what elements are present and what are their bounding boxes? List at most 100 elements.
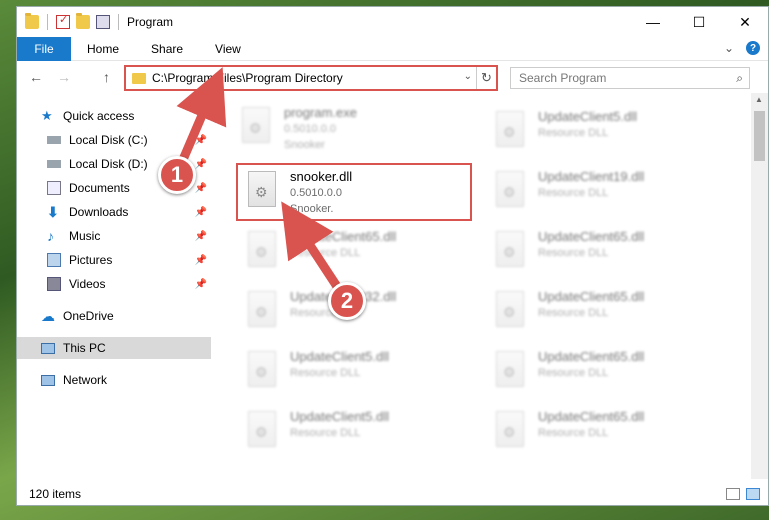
file-name: UpdateClient65.dll — [538, 229, 645, 244]
sidebar-item-label: Network — [63, 373, 108, 387]
sidebar-item-label: Music — [69, 229, 101, 243]
expand-ribbon-icon[interactable]: ⌄ — [724, 41, 734, 55]
file-item[interactable]: UpdateClient65.dll Resource DLL — [486, 225, 716, 279]
new-folder-icon[interactable] — [76, 13, 90, 29]
file-item[interactable]: UpdateClient65.dll Resource DLL — [486, 285, 716, 339]
maximize-button[interactable]: ☐ — [676, 7, 722, 37]
separator — [47, 14, 48, 30]
sidebar-item-label: Pictures — [69, 253, 113, 267]
ribbon-right-controls: ⌄ ? — [724, 41, 760, 55]
large-icons-view-icon[interactable] — [746, 488, 760, 500]
quick-access-toolbar — [17, 13, 121, 30]
pin-icon[interactable]: 📌 — [195, 207, 207, 218]
file-name: UpdateClient65.dll — [290, 229, 397, 244]
file-item[interactable]: UpdateClient65.dll Resource DLL — [238, 225, 468, 279]
explorer-window: Program — ☐ ✕ File Home Share View ⌄ ? ←… — [16, 6, 769, 506]
details-view-icon[interactable] — [726, 488, 740, 500]
file-description: Snooker — [284, 139, 325, 151]
dll-file-icon — [496, 171, 524, 207]
folder-icon — [132, 72, 146, 84]
close-button[interactable]: ✕ — [722, 7, 768, 37]
file-item[interactable]: UpdateClient65.dll Resource DLL — [486, 345, 716, 399]
sidebar-item-quick-access[interactable]: ★ Quick access — [41, 105, 235, 127]
tab-share[interactable]: Share — [135, 42, 199, 56]
download-icon: ⬇ — [47, 204, 59, 220]
dll-file-icon — [248, 411, 276, 447]
pin-icon[interactable]: 📌 — [195, 135, 207, 146]
sidebar-item-label: Quick access — [63, 109, 135, 123]
navigation-pane: ★ Quick access Local Disk (C:) 📌 Local D… — [17, 97, 211, 477]
vertical-scrollbar[interactable]: ▲ — [751, 93, 768, 479]
sidebar-item-label: Videos — [69, 277, 106, 291]
dll-file-icon — [496, 411, 524, 447]
pin-icon[interactable]: 📌 — [195, 231, 207, 242]
dll-file-icon — [248, 291, 276, 327]
navigation-bar: ← → ↑ C:\Program Files\Program Directory… — [17, 63, 768, 93]
file-description: Resource DLL — [538, 187, 609, 199]
file-item-program-exe[interactable]: program.exe 0.5010.0.0 Snooker — [232, 101, 462, 155]
file-list: program.exe 0.5010.0.0 Snooker snooker.d… — [222, 97, 742, 472]
file-description: Resource DLL — [538, 367, 609, 379]
sidebar-item-label: OneDrive — [63, 309, 114, 323]
file-item[interactable]: UpdateClient19.dll Resource DLL — [486, 165, 716, 219]
sidebar-item-network[interactable]: Network — [41, 369, 235, 391]
file-name: UpdateClient65.dll — [538, 349, 645, 364]
search-icon[interactable]: ⌕ — [736, 71, 743, 86]
minimize-button[interactable]: — — [630, 7, 676, 37]
dll-file-icon — [496, 111, 524, 147]
sidebar-item-local-disk-c[interactable]: Local Disk (C:) 📌 — [47, 129, 211, 151]
sidebar-item-music[interactable]: ♪ Music 📌 — [47, 225, 211, 247]
file-description: Resource DLL — [290, 367, 361, 379]
sidebar-item-videos[interactable]: Videos 📌 — [47, 273, 211, 295]
pin-icon[interactable]: 📌 — [195, 279, 207, 290]
refresh-button[interactable]: ↻ — [476, 67, 496, 89]
back-button[interactable]: ← — [29, 69, 43, 85]
dll-file-icon — [496, 231, 524, 267]
sidebar-item-label: Documents — [69, 181, 130, 195]
file-description: Resource DLL — [538, 307, 609, 319]
pin-icon[interactable]: 📌 — [195, 183, 207, 194]
file-item[interactable]: UpdateClient65.dll Resource DLL — [486, 405, 716, 459]
up-button[interactable]: ↑ — [103, 69, 110, 85]
help-icon[interactable]: ? — [746, 41, 760, 55]
file-item[interactable]: UpdateClient5.dll Resource DLL — [238, 345, 468, 399]
dll-file-icon — [248, 351, 276, 387]
chevron-down-icon[interactable]: ⌄ — [464, 71, 472, 82]
scroll-up-icon[interactable]: ▲ — [755, 95, 763, 104]
tab-file[interactable]: File — [17, 36, 71, 61]
file-description: Resource DLL — [538, 127, 609, 139]
sidebar-item-this-pc[interactable]: This PC — [17, 337, 211, 359]
file-version: 0.5010.0.0 — [284, 123, 336, 135]
sidebar-item-label: Local Disk (D:) — [69, 157, 148, 171]
tab-home[interactable]: Home — [71, 42, 135, 56]
tab-view[interactable]: View — [199, 42, 257, 56]
forward-button[interactable]: → — [57, 69, 71, 85]
drive-icon — [47, 160, 61, 168]
search-input[interactable]: Search Program ⌕ — [510, 67, 750, 89]
drive-icon — [47, 136, 61, 144]
address-bar[interactable]: C:\Program Files\Program Directory ⌄ ↻ — [124, 65, 498, 91]
pin-icon[interactable]: 📌 — [195, 159, 207, 170]
file-name: UpdateClient19.dll — [538, 169, 645, 184]
customize-toolbar-icon[interactable] — [96, 15, 110, 29]
sidebar-item-downloads[interactable]: ⬇ Downloads 📌 — [47, 201, 211, 223]
file-item[interactable]: UpdateClient5.dll Resource DLL — [238, 405, 468, 459]
pin-icon[interactable]: 📌 — [195, 255, 207, 266]
file-description: Resource DLL — [290, 247, 361, 259]
file-item-snooker-dll[interactable]: snooker.dll 0.5010.0.0 Snooker. — [236, 163, 472, 221]
scroll-thumb[interactable] — [754, 111, 765, 161]
file-description: Snooker. — [290, 203, 334, 215]
dll-file-icon — [496, 351, 524, 387]
file-description: Resource DLL — [290, 427, 361, 439]
cloud-icon: ☁ — [41, 308, 55, 324]
sidebar-item-pictures[interactable]: Pictures 📌 — [47, 249, 211, 271]
view-toggle — [726, 488, 760, 500]
exe-file-icon — [242, 107, 270, 143]
file-version: 0.5010.0.0 — [290, 187, 342, 199]
videos-icon — [47, 277, 61, 291]
sidebar-item-onedrive[interactable]: ☁ OneDrive — [41, 305, 235, 327]
address-path[interactable]: C:\Program Files\Program Directory — [152, 71, 343, 85]
file-item[interactable]: UpdateClient5.dll Resource DLL — [486, 105, 716, 159]
item-count: 120 items — [29, 487, 82, 501]
properties-check-icon[interactable] — [56, 13, 70, 29]
